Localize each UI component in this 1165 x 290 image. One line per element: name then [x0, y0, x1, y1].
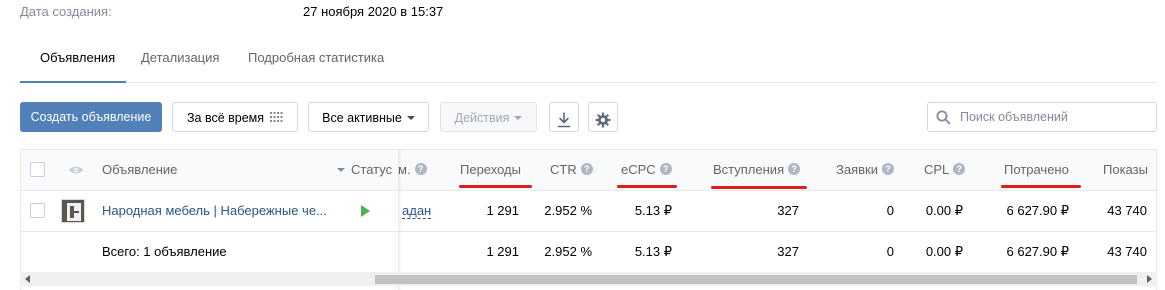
scrollbar-thumb[interactable] — [375, 275, 1137, 284]
col-clicks[interactable]: Переходы — [460, 150, 521, 190]
total-label: Всего: 1 объявление — [102, 244, 227, 259]
total-leads: 0 — [886, 244, 894, 259]
ctr-value: 2.952 % — [544, 203, 592, 218]
col-leads[interactable]: Заявки? — [836, 150, 894, 190]
row-checkbox[interactable] — [30, 203, 45, 218]
ecpc-value: 5.13 ₽ — [634, 203, 672, 218]
highlight-underline-spent — [1001, 185, 1081, 188]
help-icon[interactable]: ? — [953, 163, 966, 176]
col-spent[interactable]: Потрачено — [1004, 150, 1069, 190]
spent-value: 6 627.90 ₽ — [1006, 203, 1070, 218]
help-icon[interactable]: ? — [659, 163, 672, 176]
scroll-left-icon[interactable] — [25, 275, 30, 283]
help-icon[interactable]: ? — [414, 163, 427, 176]
scroll-right-icon[interactable] — [1147, 275, 1152, 283]
col-status[interactable]: Статус — [337, 150, 392, 190]
ad-name-link[interactable]: Народная мебель | Набережные че... — [102, 191, 327, 231]
table-total-row: Всего: 1 объявление 1 291 2.952 % 5.13 ₽… — [21, 232, 1156, 273]
col-ad[interactable]: Объявление — [102, 150, 177, 190]
creation-date-label: Дата создания: — [20, 4, 112, 19]
creation-date-row: Дата создания: 27 ноября 2020 в 15:37 — [20, 4, 620, 22]
chevron-down-icon — [514, 115, 523, 120]
partial-cell[interactable]: адан — [402, 191, 432, 231]
active-tab-indicator — [20, 81, 126, 83]
col-leads-label: Заявки — [836, 162, 878, 177]
eye-icon[interactable] — [68, 165, 84, 175]
highlight-underline-joins — [711, 186, 807, 189]
search-icon — [936, 110, 951, 125]
col-ctr[interactable]: CTR? — [550, 150, 593, 190]
actions-dropdown[interactable]: Действия — [440, 102, 537, 132]
col-joins-label: Вступления — [713, 162, 785, 177]
actions-label: Действия — [454, 111, 510, 125]
total-ecpc: 5.13 ₽ — [634, 244, 672, 259]
tab-bar: Объявления Детализация Подробная статист… — [20, 40, 1157, 83]
creation-date-value: 27 ноября 2020 в 15:37 — [303, 4, 444, 19]
clicks-value: 1 291 — [486, 203, 519, 218]
download-button[interactable] — [549, 102, 579, 132]
period-select[interactable]: За всё время — [172, 102, 298, 132]
chevron-down-icon — [406, 115, 415, 120]
total-impressions: 43 740 — [1107, 244, 1147, 259]
col-status-label: Статус — [351, 162, 393, 177]
gear-icon — [595, 112, 611, 128]
highlight-underline-ecpc — [617, 185, 677, 188]
ads-table: Объявление Статус м.? Переходы CTR? eCPC… — [20, 149, 1157, 290]
search-input[interactable] — [960, 103, 1150, 131]
help-icon[interactable]: ? — [788, 163, 801, 176]
table-row: Народная мебель | Набережные че... адан … — [21, 191, 1156, 232]
cpl-value: 0.00 ₽ — [925, 203, 963, 218]
total-cpl: 0.00 ₽ — [925, 244, 963, 259]
select-all-checkbox[interactable] — [30, 162, 45, 177]
col-cpl[interactable]: CPL? — [924, 150, 966, 190]
search-box[interactable] — [927, 102, 1157, 132]
help-icon[interactable]: ? — [881, 163, 894, 176]
period-select-label: За всё время — [186, 111, 265, 125]
ad-thumbnail — [61, 199, 85, 223]
sort-caret-icon — [337, 167, 345, 172]
total-joins: 327 — [777, 244, 799, 259]
joins-value: 327 — [777, 203, 799, 218]
settings-button[interactable] — [588, 102, 618, 132]
col-partial[interactable]: м.? — [398, 150, 427, 190]
col-ctr-label: CTR — [550, 162, 577, 177]
tab-detailed-stats[interactable]: Подробная статистика — [248, 50, 384, 65]
status-filter-label: Все активные — [322, 111, 402, 125]
leads-value: 0 — [886, 203, 894, 218]
play-icon[interactable] — [361, 205, 370, 217]
status-filter-select[interactable]: Все активные — [308, 102, 429, 132]
total-clicks: 1 291 — [486, 244, 519, 259]
col-impressions[interactable]: Показы — [1103, 150, 1148, 190]
tab-ads[interactable]: Объявления — [40, 50, 115, 65]
col-joins[interactable]: Вступления? — [713, 150, 801, 190]
horizontal-scrollbar[interactable] — [20, 272, 1157, 286]
total-spent: 6 627.90 ₽ — [1006, 244, 1070, 259]
col-ecpc[interactable]: eCPC? — [621, 150, 672, 190]
impressions-value: 43 740 — [1107, 203, 1147, 218]
download-icon — [557, 112, 571, 128]
create-ad-button[interactable]: Создать объявление — [20, 102, 162, 132]
tab-details[interactable]: Детализация — [141, 50, 219, 65]
partial-cell-value: адан — [402, 203, 432, 219]
frozen-column-shadow — [398, 150, 402, 290]
col-ecpc-label: eCPC — [621, 162, 656, 177]
toolbar: Создать объявление За всё время Все акти… — [20, 102, 1157, 132]
help-icon[interactable]: ? — [580, 163, 593, 176]
table-header: Объявление Статус м.? Переходы CTR? eCPC… — [21, 150, 1156, 191]
total-ctr: 2.952 % — [544, 244, 592, 259]
calendar-grid-icon — [270, 112, 283, 123]
col-cpl-label: CPL — [924, 162, 950, 177]
highlight-underline-clicks — [459, 185, 532, 188]
